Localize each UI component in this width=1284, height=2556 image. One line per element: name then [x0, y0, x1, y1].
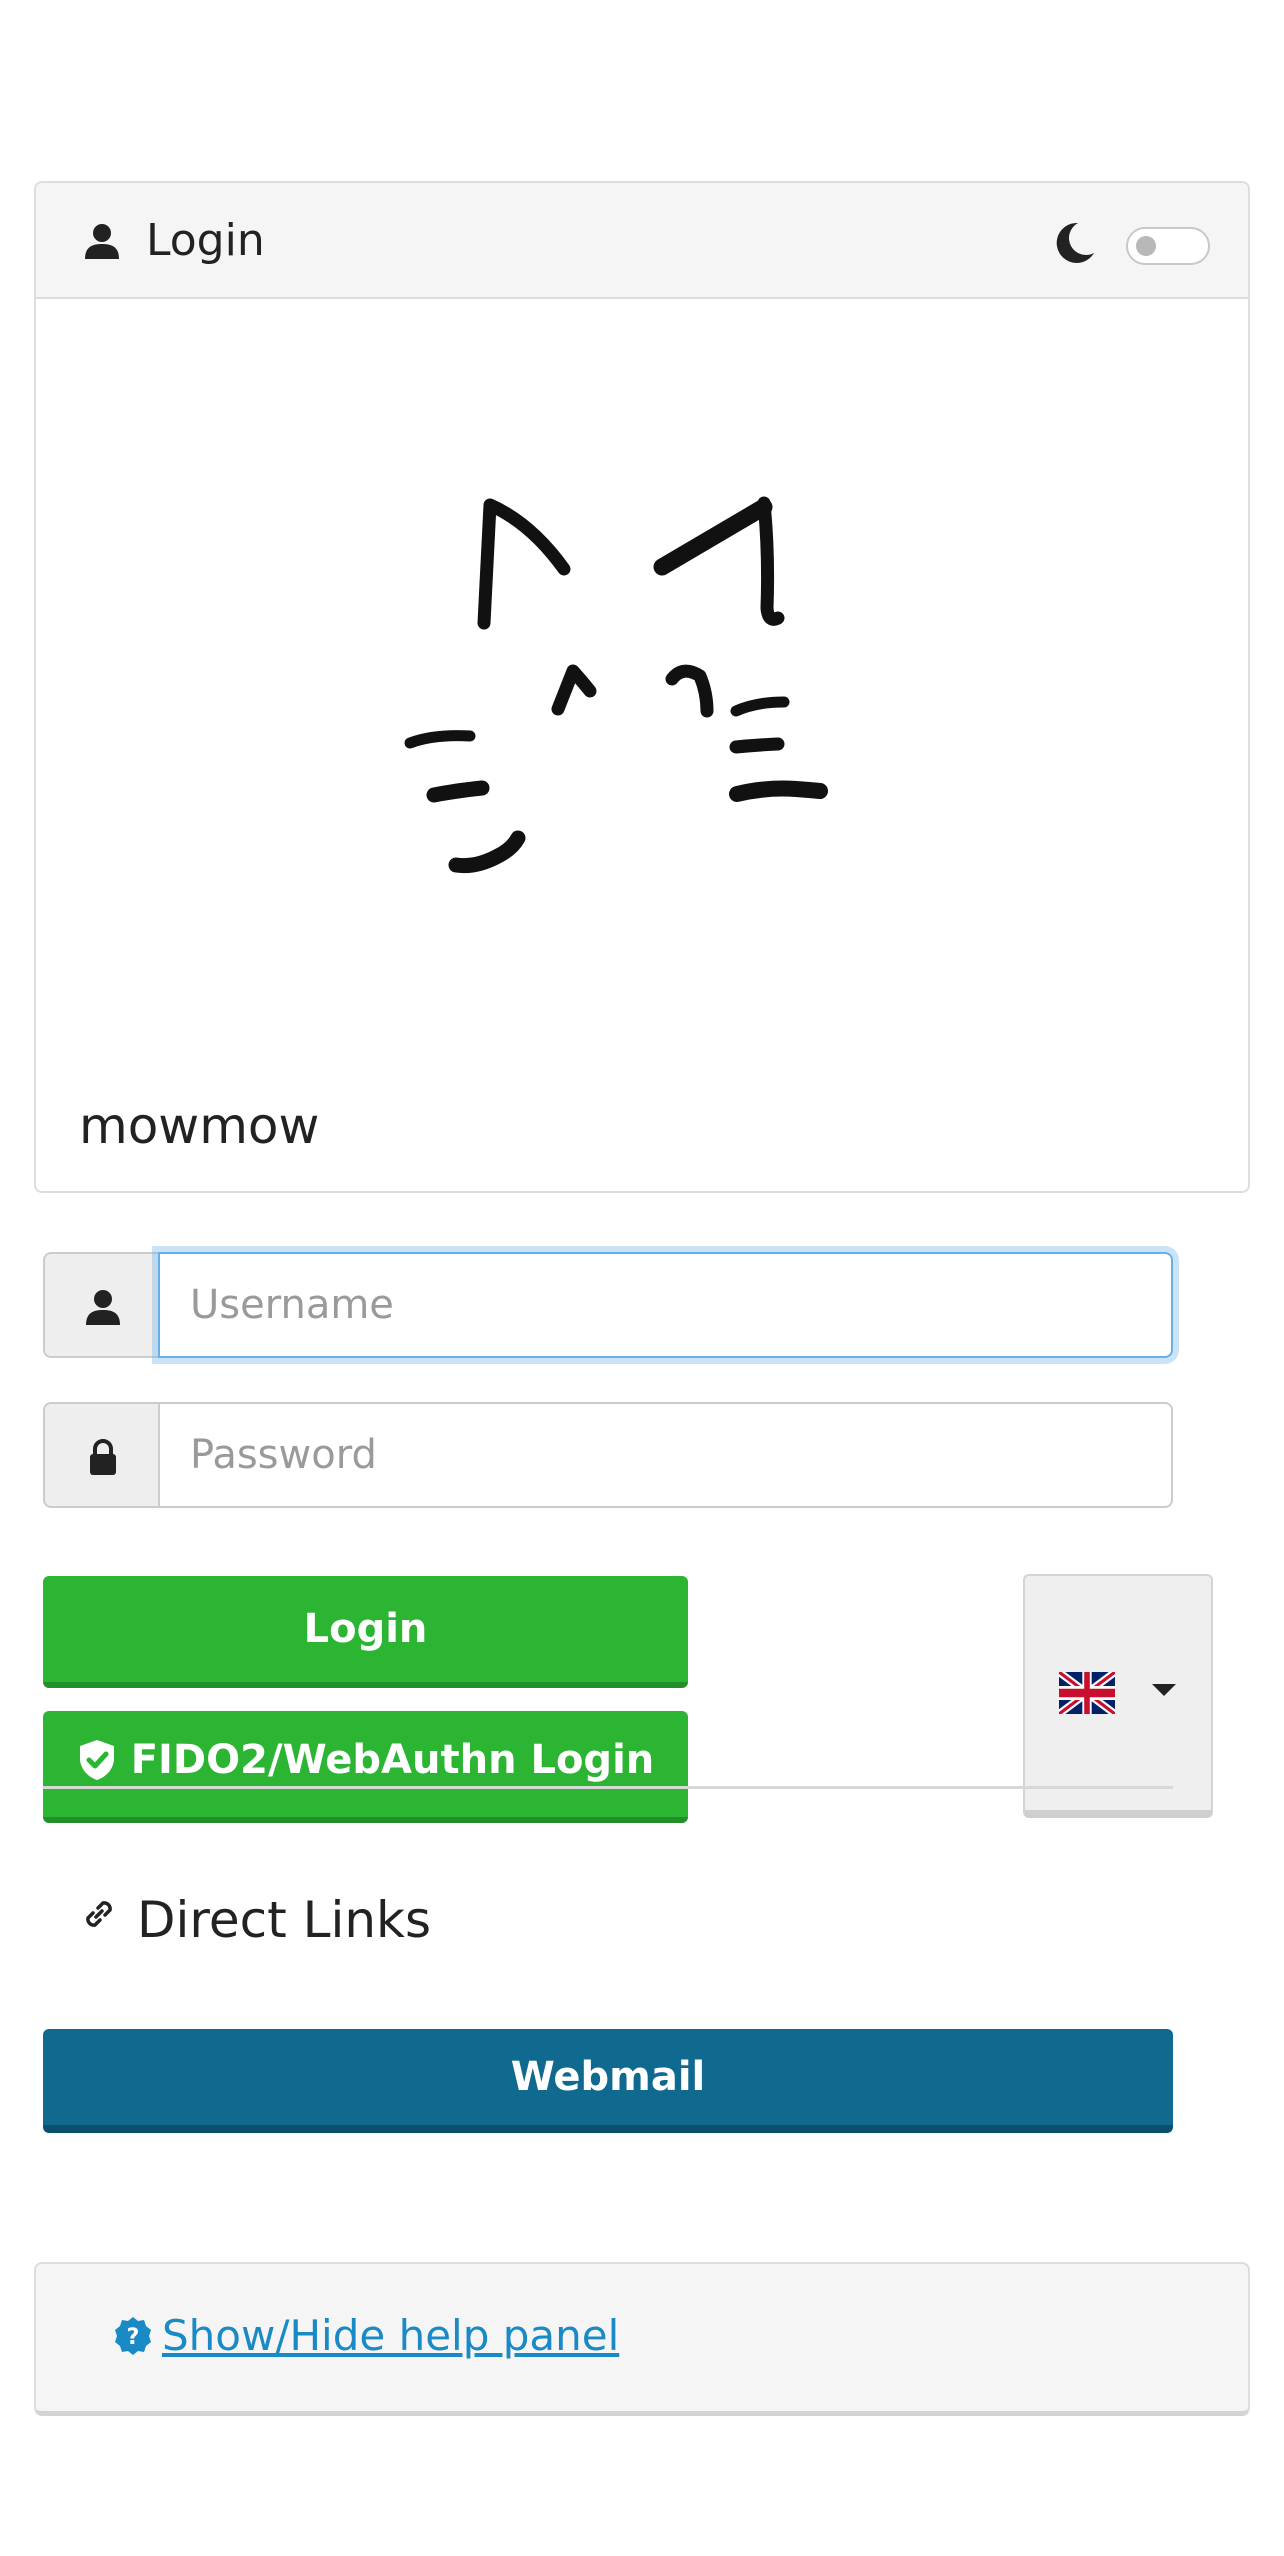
webmail-button[interactable]: Webmail — [43, 2029, 1173, 2133]
moon-icon — [1056, 222, 1094, 263]
login-button-label: Login — [303, 1606, 428, 1652]
fido2-login-button[interactable]: FIDO2/WebAuthn Login — [43, 1711, 688, 1823]
username-input-group — [43, 1252, 1173, 1358]
site-name: mowmow — [79, 1097, 320, 1155]
help-panel: ? Show/Hide help panel — [34, 2262, 1250, 2416]
username-input[interactable] — [158, 1252, 1173, 1358]
svg-text:?: ? — [127, 2325, 140, 2350]
help-panel-toggle-label: Show/Hide help panel — [162, 2311, 620, 2360]
divider — [79, 1191, 1209, 1193]
user-icon — [86, 1290, 120, 1325]
lock-icon — [90, 1439, 116, 1475]
fido2-button-label: FIDO2/WebAuthn Login — [130, 1736, 655, 1783]
language-selector[interactable] — [1023, 1574, 1213, 1818]
password-input[interactable] — [158, 1402, 1173, 1508]
shield-check-icon — [79, 1739, 114, 1780]
divider — [43, 1786, 1173, 1789]
login-panel-header: Login — [36, 183, 1248, 299]
uk-flag-icon — [1059, 1672, 1115, 1714]
help-panel-toggle-link[interactable]: ? Show/Hide help panel — [112, 2308, 619, 2364]
dark-mode-toggle[interactable] — [1126, 227, 1210, 265]
fido2-button-content: FIDO2/WebAuthn Login — [77, 1736, 655, 1783]
toggle-knob — [1136, 236, 1156, 256]
cat-face-logo — [404, 496, 828, 874]
username-addon — [43, 1252, 160, 1358]
link-icon — [86, 1901, 112, 1927]
login-button[interactable]: Login — [43, 1576, 688, 1688]
password-input-group — [43, 1402, 1173, 1508]
login-panel: Login mowmow — [34, 181, 1250, 1193]
caret-down-icon — [1152, 1684, 1176, 1696]
question-badge-icon: ? — [115, 2317, 151, 2355]
user-icon — [85, 224, 119, 259]
direct-links-heading: Direct Links — [137, 1891, 432, 1949]
webmail-button-label: Webmail — [510, 2054, 706, 2100]
panel-title: Login — [146, 215, 265, 266]
password-addon — [43, 1402, 160, 1508]
